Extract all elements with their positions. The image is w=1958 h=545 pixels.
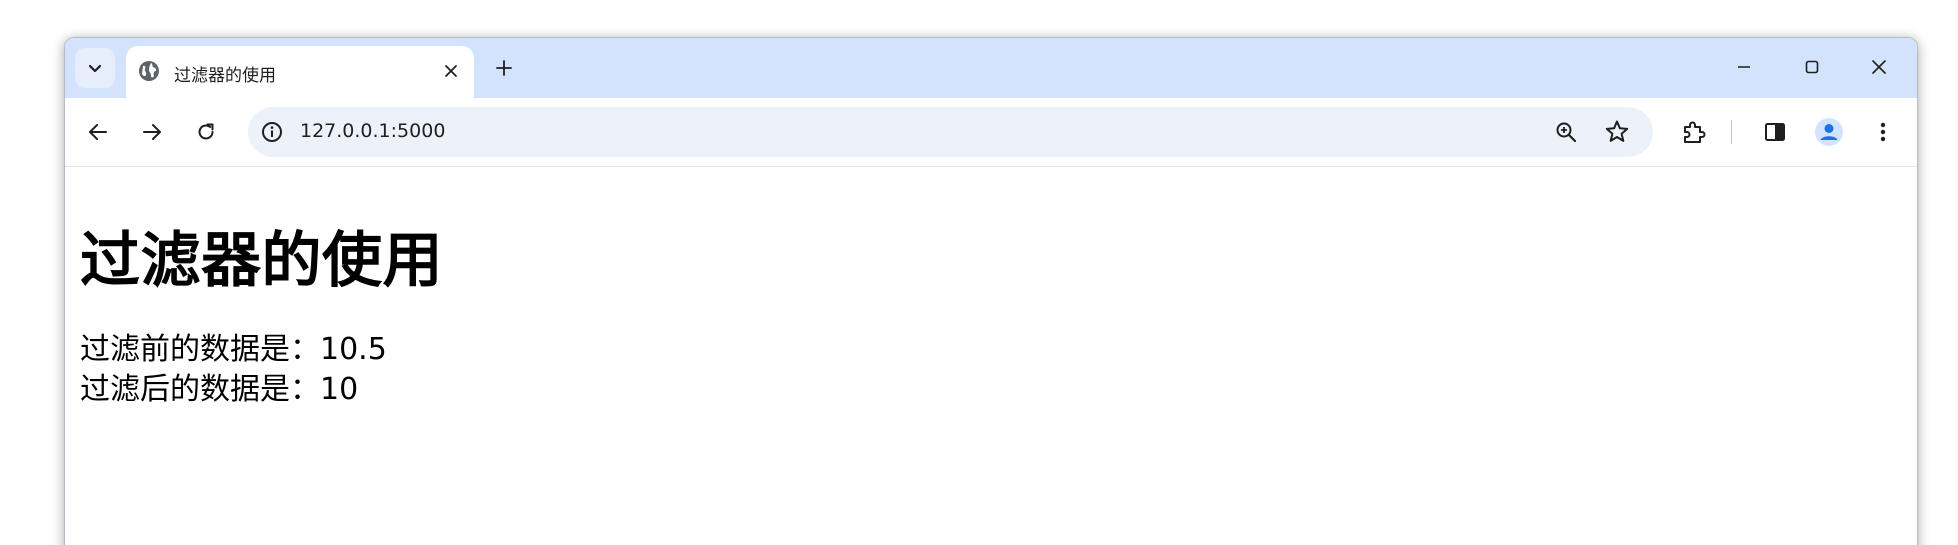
- extensions-button[interactable]: [1675, 113, 1713, 151]
- more-vert-icon: [1880, 122, 1886, 142]
- minimize-icon: [1738, 66, 1750, 68]
- page-content: 过滤器的使用 过滤前的数据是：10.5 过滤后的数据是：10: [65, 167, 1917, 545]
- globe-icon: [139, 61, 159, 81]
- toolbar-divider: [1731, 120, 1732, 144]
- side-panel-button[interactable]: [1756, 113, 1794, 151]
- site-info-icon[interactable]: [260, 120, 284, 144]
- toolbar: 127.0.0.1:5000: [65, 98, 1917, 167]
- zoom-icon[interactable]: [1553, 119, 1579, 145]
- menu-button[interactable]: [1864, 113, 1902, 151]
- before-filter-text: 过滤前的数据是：10.5: [80, 332, 387, 367]
- forward-button[interactable]: [133, 113, 171, 151]
- after-filter-text: 过滤后的数据是：10: [80, 372, 359, 407]
- screen: 过滤器的使用 127.0.0.1:5000 过滤器的使用 过滤前的数据是：10.…: [0, 0, 1958, 545]
- puzzle-icon: [1684, 121, 1706, 143]
- window-close-button[interactable]: [1862, 50, 1896, 84]
- profile-button[interactable]: [1810, 113, 1848, 151]
- maximize-button[interactable]: [1795, 50, 1829, 84]
- address-bar[interactable]: 127.0.0.1:5000: [248, 107, 1653, 157]
- reload-icon: [198, 123, 214, 140]
- bookmark-star-icon[interactable]: [1603, 118, 1631, 146]
- page-heading: 过滤器的使用: [80, 226, 443, 296]
- tab-active[interactable]: 过滤器的使用: [126, 46, 474, 98]
- tab-search-button[interactable]: [75, 48, 115, 88]
- url-text[interactable]: 127.0.0.1:5000: [300, 120, 445, 142]
- close-icon: [445, 65, 457, 77]
- back-button[interactable]: [79, 113, 117, 151]
- side-panel-icon: [1765, 123, 1785, 141]
- browser-window: 过滤器的使用 127.0.0.1:5000 过滤器的使用 过滤前的数据是：10.…: [64, 37, 1918, 545]
- arrow-left-icon: [89, 124, 107, 140]
- reload-button[interactable]: [187, 113, 225, 151]
- tab-strip: 过滤器的使用: [65, 38, 1917, 98]
- avatar-icon: [1815, 118, 1843, 146]
- plus-icon: [496, 60, 512, 76]
- chevron-down-icon: [88, 64, 102, 73]
- new-tab-button[interactable]: [489, 53, 519, 83]
- minimize-button[interactable]: [1727, 50, 1761, 84]
- maximize-icon: [1805, 60, 1819, 74]
- close-icon: [1872, 60, 1886, 74]
- arrow-right-icon: [143, 124, 161, 140]
- tab-title: 过滤器的使用: [174, 66, 276, 86]
- tab-close-button[interactable]: [440, 60, 462, 82]
